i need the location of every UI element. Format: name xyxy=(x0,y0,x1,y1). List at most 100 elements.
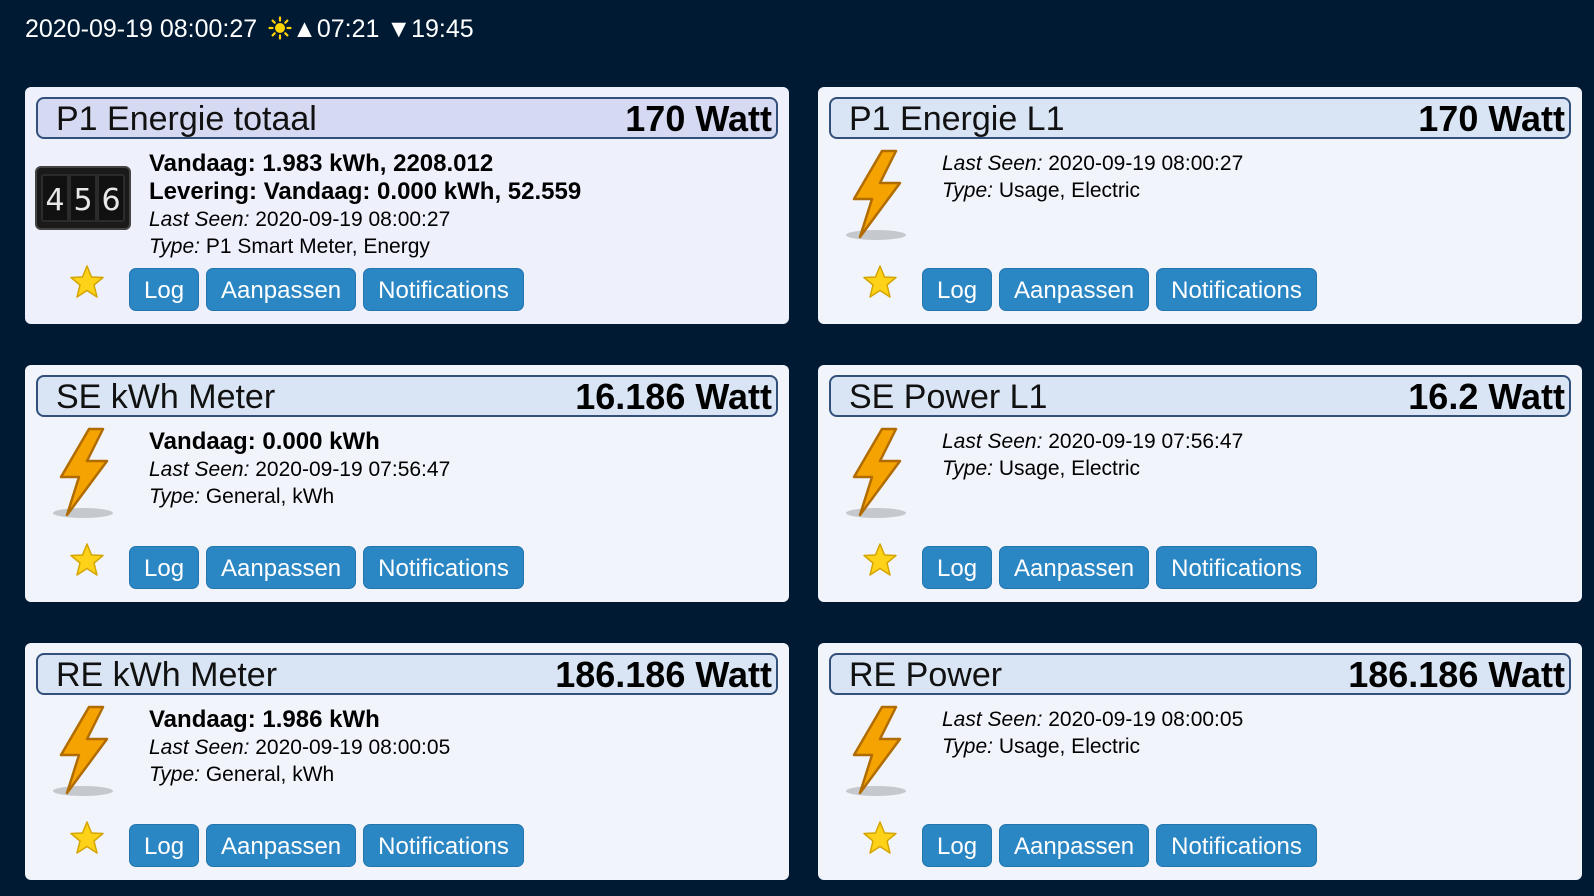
type-row: Type: P1 Smart Meter, Energy xyxy=(149,233,779,260)
device-name: SE kWh Meter xyxy=(56,378,276,416)
card-header: P1 Energie totaal 170 Watt xyxy=(36,97,778,139)
meter-digit: 4 xyxy=(45,183,64,218)
device-card-re-power: RE Power 186.186 Watt Last Seen: 2020-09… xyxy=(818,643,1582,880)
type-value: P1 Smart Meter, Energy xyxy=(205,235,430,258)
today-usage: Vandaag: 1.986 kWh xyxy=(149,706,380,733)
type-label: Type: xyxy=(942,179,993,202)
card-actions: Log Aanpassen Notifications xyxy=(922,824,1317,867)
device-info: Last Seen: 2020-09-19 08:00:27 Type: Usa… xyxy=(942,150,1572,204)
current-datetime: 2020-09-19 08:00:27 xyxy=(25,15,258,43)
card-actions: Log Aanpassen Notifications xyxy=(129,268,524,311)
log-button[interactable]: Log xyxy=(129,546,200,589)
type-label: Type: xyxy=(149,485,200,508)
last-seen-row: Last Seen: 2020-09-19 07:56:47 xyxy=(149,456,779,483)
device-card-p1-energie-l1: P1 Energie L1 170 Watt Last Seen: 2020-0… xyxy=(818,87,1582,324)
last-seen-value: 2020-09-19 08:00:27 xyxy=(255,208,451,231)
edit-button[interactable]: Aanpassen xyxy=(999,546,1150,589)
favorite-star-icon[interactable] xyxy=(69,542,105,578)
card-actions: Log Aanpassen Notifications xyxy=(922,546,1317,589)
notifications-button[interactable]: Notifications xyxy=(1156,824,1317,867)
card-actions: Log Aanpassen Notifications xyxy=(129,824,524,867)
favorite-star-icon[interactable] xyxy=(862,820,898,856)
last-seen-label: Last Seen: xyxy=(942,152,1043,175)
top-status-bar: 2020-09-19 08:00:27 ▲07:21 ▼19:45 xyxy=(25,10,474,48)
favorite-star-icon[interactable] xyxy=(69,820,105,856)
device-card-se-kwh-meter: SE kWh Meter 16.186 Watt Vandaag: 0.000 … xyxy=(25,365,789,602)
device-name: SE Power L1 xyxy=(849,378,1048,416)
log-button[interactable]: Log xyxy=(922,824,993,867)
notifications-button[interactable]: Notifications xyxy=(363,824,524,867)
device-name: RE Power xyxy=(849,656,1003,694)
type-value: Usage, Electric xyxy=(998,179,1141,202)
sunset-time: 19:45 xyxy=(411,15,474,43)
type-value: General, kWh xyxy=(205,763,335,786)
device-name: P1 Energie L1 xyxy=(849,100,1065,138)
lightning-icon[interactable] xyxy=(838,425,916,523)
device-grid: P1 Energie totaal 170 Watt 4 5 6 Vandaag… xyxy=(25,87,1582,880)
last-seen-label: Last Seen: xyxy=(942,430,1043,453)
last-seen-value: 2020-09-19 08:00:05 xyxy=(255,736,451,759)
card-header: P1 Energie L1 170 Watt xyxy=(829,97,1571,139)
sunset-icon: ▼ xyxy=(386,15,412,43)
notifications-button[interactable]: Notifications xyxy=(1156,268,1317,311)
card-header: SE Power L1 16.2 Watt xyxy=(829,375,1571,417)
notifications-button[interactable]: Notifications xyxy=(363,546,524,589)
sun-icon xyxy=(268,16,292,40)
type-row: Type: General, kWh xyxy=(149,761,779,788)
device-card-re-kwh-meter: RE kWh Meter 186.186 Watt Vandaag: 1.986… xyxy=(25,643,789,880)
favorite-star-icon[interactable] xyxy=(862,264,898,300)
last-seen-value: 2020-09-19 08:00:27 xyxy=(1048,152,1244,175)
device-info: Vandaag: 1.983 kWh, 2208.012 Levering: V… xyxy=(149,150,779,260)
type-row: Type: General, kWh xyxy=(149,483,779,510)
type-label: Type: xyxy=(149,763,200,786)
notifications-button[interactable]: Notifications xyxy=(1156,546,1317,589)
card-header: SE kWh Meter 16.186 Watt xyxy=(36,375,778,417)
device-value: 170 Watt xyxy=(1418,98,1565,139)
lightning-icon[interactable] xyxy=(838,147,916,245)
log-button[interactable]: Log xyxy=(922,546,993,589)
device-info: Vandaag: 1.986 kWh Last Seen: 2020-09-19… xyxy=(149,706,779,788)
last-seen-row: Last Seen: 2020-09-19 08:00:27 xyxy=(942,150,1572,177)
type-value: General, kWh xyxy=(205,485,335,508)
device-value: 186.186 Watt xyxy=(555,654,772,695)
today-usage: Vandaag: 1.983 kWh, 2208.012 xyxy=(149,150,494,177)
sunrise-time: 07:21 xyxy=(316,15,380,43)
edit-button[interactable]: Aanpassen xyxy=(999,268,1150,311)
device-card-se-power-l1: SE Power L1 16.2 Watt Last Seen: 2020-09… xyxy=(818,365,1582,602)
last-seen-value: 2020-09-19 07:56:47 xyxy=(255,458,451,481)
log-button[interactable]: Log xyxy=(922,268,993,311)
device-card-p1-energie-totaal: P1 Energie totaal 170 Watt 4 5 6 Vandaag… xyxy=(25,87,789,324)
last-seen-label: Last Seen: xyxy=(149,208,250,231)
type-row: Type: Usage, Electric xyxy=(942,455,1572,482)
edit-button[interactable]: Aanpassen xyxy=(206,268,357,311)
edit-button[interactable]: Aanpassen xyxy=(206,824,357,867)
favorite-star-icon[interactable] xyxy=(862,542,898,578)
device-value: 186.186 Watt xyxy=(1348,654,1565,695)
edit-button[interactable]: Aanpassen xyxy=(206,546,357,589)
type-row: Type: Usage, Electric xyxy=(942,177,1572,204)
lightning-icon[interactable] xyxy=(838,703,916,801)
sunrise-icon: ▲ xyxy=(292,15,317,43)
device-info: Vandaag: 0.000 kWh Last Seen: 2020-09-19… xyxy=(149,428,779,510)
favorite-star-icon[interactable] xyxy=(69,264,105,300)
card-actions: Log Aanpassen Notifications xyxy=(129,546,524,589)
last-seen-label: Last Seen: xyxy=(149,458,250,481)
edit-button[interactable]: Aanpassen xyxy=(999,824,1150,867)
device-value: 170 Watt xyxy=(625,98,772,139)
type-label: Type: xyxy=(942,735,993,758)
counter-meter-icon[interactable]: 4 5 6 xyxy=(35,166,131,230)
log-button[interactable]: Log xyxy=(129,824,200,867)
last-seen-row: Last Seen: 2020-09-19 07:56:47 xyxy=(942,428,1572,455)
notifications-button[interactable]: Notifications xyxy=(363,268,524,311)
type-label: Type: xyxy=(942,457,993,480)
today-usage: Vandaag: 0.000 kWh xyxy=(149,428,380,455)
log-button[interactable]: Log xyxy=(129,268,200,311)
type-label: Type: xyxy=(149,235,200,258)
lightning-icon[interactable] xyxy=(45,703,123,801)
device-name: P1 Energie totaal xyxy=(56,100,317,138)
last-seen-row: Last Seen: 2020-09-19 08:00:05 xyxy=(149,734,779,761)
lightning-icon[interactable] xyxy=(45,425,123,523)
device-name: RE kWh Meter xyxy=(56,656,278,694)
meter-digit: 5 xyxy=(73,183,92,218)
device-info: Last Seen: 2020-09-19 07:56:47 Type: Usa… xyxy=(942,428,1572,482)
